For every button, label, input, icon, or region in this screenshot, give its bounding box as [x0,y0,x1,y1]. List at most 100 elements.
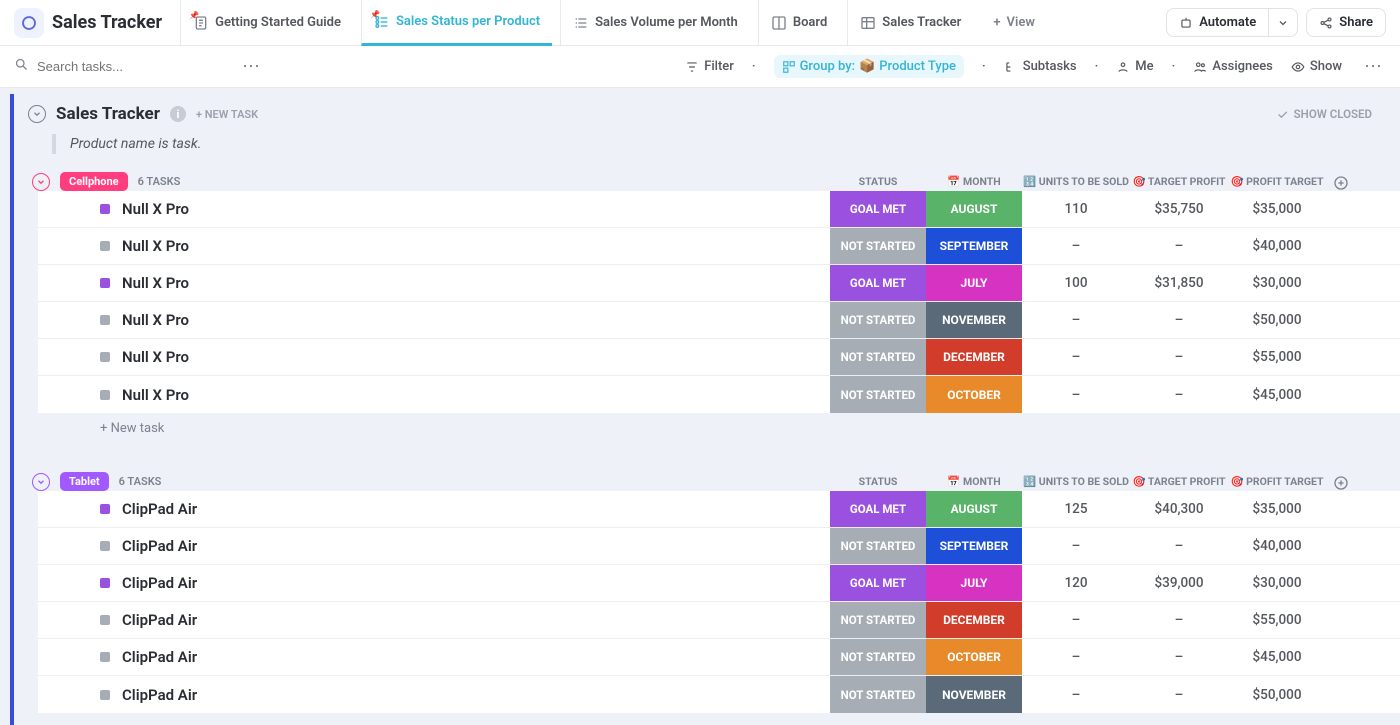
task-row[interactable]: ClipPad AirGOAL METJULY120$39,000$30,000 [38,565,1400,602]
profit-target-cell[interactable]: $45,000 [1228,376,1326,413]
group-badge[interactable]: Tablet [60,472,109,491]
target-profit-cell[interactable]: $35,750 [1130,191,1228,227]
more-icon[interactable]: ⋯ [238,63,264,71]
task-name-cell[interactable]: Null X Pro [38,376,830,413]
profit-target-cell[interactable]: $30,000 [1228,265,1326,301]
tab-sales-tracker-table[interactable]: Sales Tracker [847,0,973,46]
month-cell[interactable]: SEPTEMBER [926,528,1022,564]
units-cell[interactable]: – [1022,639,1130,675]
tab-getting-started[interactable]: Getting Started Guide [180,0,353,46]
col-profit-target[interactable]: 🎯 PROFIT TARGET [1228,475,1326,491]
profit-target-cell[interactable]: $30,000 [1228,565,1326,601]
profit-target-cell[interactable]: $50,000 [1228,302,1326,338]
task-name-cell[interactable]: ClipPad Air [38,565,830,601]
add-column-button[interactable] [1326,175,1356,191]
tab-board[interactable]: Board [758,0,839,46]
units-cell[interactable]: – [1022,376,1130,413]
col-status[interactable]: STATUS [830,475,926,491]
profit-target-cell[interactable]: $50,000 [1228,676,1326,713]
add-view-button[interactable]: + View [981,15,1047,30]
status-cell[interactable]: GOAL MET [830,491,926,527]
target-profit-cell[interactable]: $39,000 [1130,565,1228,601]
collapse-group-button[interactable] [32,473,50,491]
units-cell[interactable]: 120 [1022,565,1130,601]
target-profit-cell[interactable]: – [1130,376,1228,413]
status-cell[interactable]: NOT STARTED [830,639,926,675]
show-button[interactable]: Show [1291,59,1342,74]
task-row[interactable]: Null X ProGOAL METJULY100$31,850$30,000 [38,265,1400,302]
profit-target-cell[interactable]: $40,000 [1228,528,1326,564]
group-badge[interactable]: Cellphone [60,172,128,191]
subtasks-button[interactable]: Subtasks [1004,59,1077,74]
col-units[interactable]: 🔢 UNITS TO BE SOLD [1022,175,1130,191]
target-profit-cell[interactable]: – [1130,228,1228,264]
task-row[interactable]: Null X ProNOT STARTEDSEPTEMBER––$40,000 [38,228,1400,265]
col-status[interactable]: STATUS [830,175,926,191]
col-target-profit[interactable]: 🎯 TARGET PROFIT [1130,475,1228,491]
status-cell[interactable]: NOT STARTED [830,339,926,375]
month-cell[interactable]: DECEMBER [926,602,1022,638]
status-cell[interactable]: GOAL MET [830,191,926,227]
new-task-button[interactable]: + NEW TASK [196,108,258,121]
profit-target-cell[interactable]: $45,000 [1228,639,1326,675]
automate-dropdown[interactable] [1268,8,1298,37]
task-name-cell[interactable]: ClipPad Air [38,639,830,675]
task-name-cell[interactable]: ClipPad Air [38,676,830,713]
target-profit-cell[interactable]: $31,850 [1130,265,1228,301]
month-cell[interactable]: SEPTEMBER [926,228,1022,264]
collapse-list-button[interactable] [28,105,46,123]
group-by-button[interactable]: Group by: 📦 Product Type [774,55,964,78]
profit-target-cell[interactable]: $35,000 [1228,491,1326,527]
units-cell[interactable]: – [1022,602,1130,638]
status-cell[interactable]: NOT STARTED [830,676,926,713]
profit-target-cell[interactable]: $55,000 [1228,602,1326,638]
me-button[interactable]: Me [1116,59,1153,74]
target-profit-cell[interactable]: $40,300 [1130,491,1228,527]
profit-target-cell[interactable]: $35,000 [1228,191,1326,227]
search-input[interactable] [37,59,187,74]
month-cell[interactable]: JULY [926,265,1022,301]
show-closed-button[interactable]: SHOW CLOSED [1276,107,1386,121]
collapse-group-button[interactable] [32,173,50,191]
new-task-row[interactable]: + New task [38,413,1400,444]
task-name-cell[interactable]: Null X Pro [38,228,830,264]
target-profit-cell[interactable]: – [1130,676,1228,713]
task-name-cell[interactable]: Null X Pro [38,265,830,301]
profit-target-cell[interactable]: $55,000 [1228,339,1326,375]
target-profit-cell[interactable]: – [1130,302,1228,338]
target-profit-cell[interactable]: – [1130,639,1228,675]
task-row[interactable]: ClipPad AirNOT STARTEDOCTOBER––$45,000 [38,639,1400,676]
task-name-cell[interactable]: ClipPad Air [38,491,830,527]
automate-button[interactable]: Automate [1166,8,1268,37]
task-row[interactable]: ClipPad AirGOAL METAUGUST125$40,300$35,0… [38,491,1400,528]
add-column-button[interactable] [1326,475,1356,491]
col-profit-target[interactable]: 🎯 PROFIT TARGET [1228,175,1326,191]
status-cell[interactable]: NOT STARTED [830,376,926,413]
task-row[interactable]: Null X ProGOAL METAUGUST110$35,750$35,00… [38,191,1400,228]
units-cell[interactable]: 110 [1022,191,1130,227]
task-row[interactable]: ClipPad AirNOT STARTEDSEPTEMBER––$40,000 [38,528,1400,565]
assignees-button[interactable]: Assignees [1193,59,1273,74]
task-name-cell[interactable]: Null X Pro [38,302,830,338]
more-options-icon[interactable]: ⋯ [1360,63,1386,71]
col-month[interactable]: 📅 MONTH [926,475,1022,491]
task-name-cell[interactable]: ClipPad Air [38,528,830,564]
target-profit-cell[interactable]: – [1130,602,1228,638]
target-profit-cell[interactable]: – [1130,339,1228,375]
month-cell[interactable]: OCTOBER [926,639,1022,675]
task-name-cell[interactable]: ClipPad Air [38,602,830,638]
task-row[interactable]: Null X ProNOT STARTEDOCTOBER––$45,000 [38,376,1400,413]
filter-button[interactable]: Filter [685,59,734,74]
col-units[interactable]: 🔢 UNITS TO BE SOLD [1022,475,1130,491]
units-cell[interactable]: 100 [1022,265,1130,301]
app-icon[interactable] [14,8,44,38]
units-cell[interactable]: 125 [1022,491,1130,527]
status-cell[interactable]: GOAL MET [830,265,926,301]
month-cell[interactable]: DECEMBER [926,339,1022,375]
status-cell[interactable]: NOT STARTED [830,228,926,264]
units-cell[interactable]: – [1022,302,1130,338]
month-cell[interactable]: JULY [926,565,1022,601]
tab-sales-status[interactable]: Sales Status per Product [361,0,552,46]
task-row[interactable]: ClipPad AirNOT STARTEDDECEMBER––$55,000 [38,602,1400,639]
col-month[interactable]: 📅 MONTH [926,175,1022,191]
